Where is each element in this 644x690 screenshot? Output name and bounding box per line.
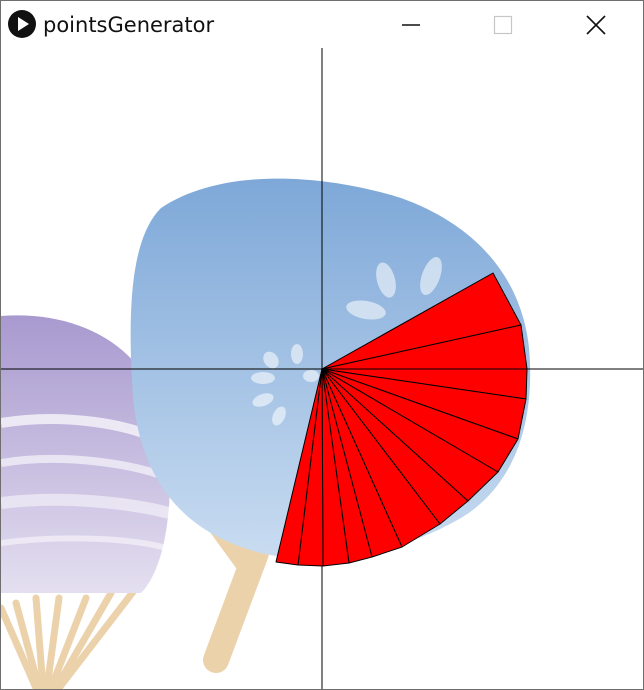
minimize-button[interactable] [388,1,434,48]
close-button[interactable] [573,1,619,48]
minimize-icon [402,23,420,26]
processing-app-icon [7,9,37,39]
close-icon [586,14,606,35]
app-window: pointsGenerator [0,0,644,690]
sketch-canvas[interactable] [1,48,643,689]
maximize-icon [493,15,513,34]
title-bar[interactable]: pointsGenerator [1,1,643,48]
maximize-button[interactable] [480,1,526,48]
window-title: pointsGenerator [43,13,215,37]
